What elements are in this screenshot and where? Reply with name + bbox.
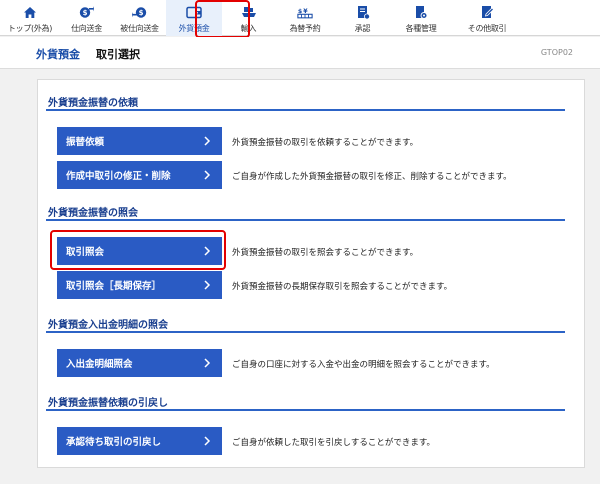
inbound-remittance-icon: $ xyxy=(132,4,148,20)
chevron-right-icon xyxy=(204,246,211,256)
outbound-remittance-icon: $ xyxy=(79,4,95,20)
section-title-request-recall: 外貨預金振替依頼の引戻し xyxy=(48,398,168,409)
approval-icon xyxy=(355,4,371,20)
nav-item-management[interactable]: 各種管理 xyxy=(390,0,452,36)
recall-pending-desc: ご自身が依頼した取引を引戻しすることができます。 xyxy=(232,438,435,448)
transaction-inquiry-button[interactable]: 取引照会 xyxy=(57,237,222,265)
long-term-inquiry-button[interactable]: 取引照会［長期保存］ xyxy=(57,271,222,299)
section-title-deposit-statement: 外貨預金入出金明細の照会 xyxy=(48,320,168,331)
chevron-right-icon xyxy=(204,136,211,146)
statement-inquiry-button[interactable]: 入出金明細照会 xyxy=(57,349,222,377)
nav-item-foreign-deposit[interactable]: 外貨預金 xyxy=(166,0,222,36)
import-icon xyxy=(241,4,257,20)
nav-item-inbound-remittance[interactable]: $ 被仕向送金 xyxy=(113,0,166,36)
section-divider xyxy=(46,331,565,333)
nav-item-approval[interactable]: 承認 xyxy=(335,0,390,36)
nav-item-import[interactable]: 輸入 xyxy=(222,0,275,36)
nav-item-outbound-remittance[interactable]: $ 仕向送金 xyxy=(60,0,113,36)
svg-text:$: $ xyxy=(139,9,144,17)
svg-text:$: $ xyxy=(83,9,88,17)
edit-delete-draft-button[interactable]: 作成中取引の修正・削除 xyxy=(57,161,222,189)
page-header: 外貨預金 取引選択 GTOP02 xyxy=(0,37,600,69)
transfer-request-button[interactable]: 振替依頼 xyxy=(57,127,222,155)
management-icon xyxy=(413,4,429,20)
nav-item-exchange-contract[interactable]: $ ¥ 為替予約 xyxy=(275,0,335,36)
section-title-transfer-inquiry: 外貨預金振替の照会 xyxy=(48,208,138,219)
chevron-right-icon xyxy=(204,358,211,368)
transaction-inquiry-desc: 外貨預金振替の取引を照会することができます。 xyxy=(232,248,419,258)
nav-item-other-transactions[interactable]: その他取引 xyxy=(452,0,522,36)
section-divider xyxy=(46,409,565,411)
nav-item-top[interactable]: トップ(外為) xyxy=(0,0,60,36)
transfer-request-desc: 外貨預金振替の取引を依頼することができます。 xyxy=(232,138,419,148)
section-title-transfer-request: 外貨預金振替の依頼 xyxy=(48,98,138,109)
foreign-deposit-icon xyxy=(186,4,202,20)
other-transactions-icon xyxy=(479,4,495,20)
global-nav: トップ(外為) $ 仕向送金 $ 被仕向送金 外貨預金 輸入 $ ¥ 為替予約 承… xyxy=(0,0,600,36)
chevron-right-icon xyxy=(204,280,211,290)
home-icon xyxy=(22,4,38,20)
chevron-right-icon xyxy=(204,170,211,180)
main-panel: 外貨預金振替の依頼 振替依頼 外貨預金振替の取引を依頼することができます。 作成… xyxy=(37,79,585,468)
statement-inquiry-desc: ご自身の口座に対する入金や出金の明細を照会することができます。 xyxy=(232,360,495,370)
exchange-contract-icon: $ ¥ xyxy=(297,4,313,20)
edit-delete-draft-desc: ご自身が作成した外貨預金振替の取引を修正、削除することができます。 xyxy=(232,172,512,182)
long-term-inquiry-desc: 外貨預金振替の長期保存取引を照会することができます。 xyxy=(232,282,453,292)
screen-id: GTOP02 xyxy=(540,48,573,57)
recall-pending-button[interactable]: 承認待ち取引の引戻し xyxy=(57,427,222,455)
page-title: 取引選択 xyxy=(96,48,140,61)
chevron-right-icon xyxy=(204,436,211,446)
breadcrumb-category: 外貨預金 xyxy=(36,48,80,61)
section-divider xyxy=(46,109,565,111)
section-divider xyxy=(46,219,565,221)
